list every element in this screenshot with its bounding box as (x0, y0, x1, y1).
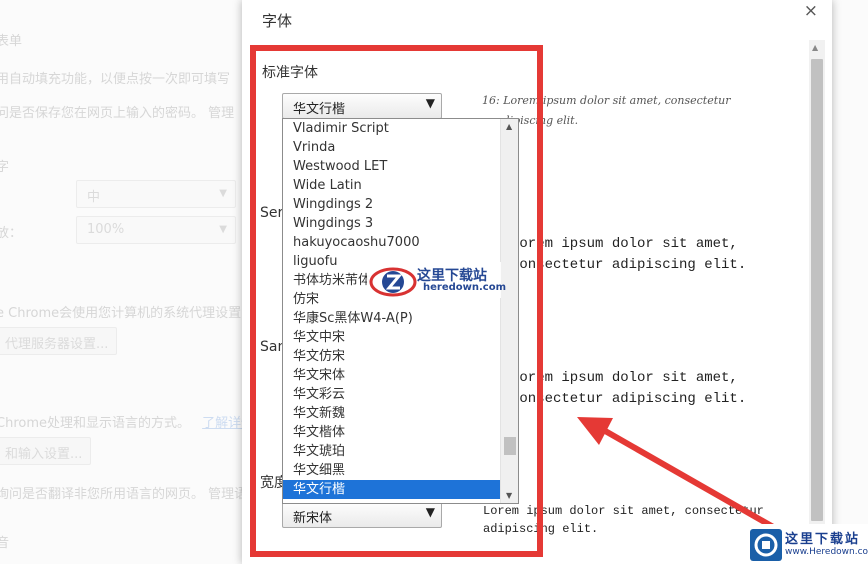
dialog-scrollbar-thumb[interactable] (811, 59, 823, 521)
scroll-up-icon[interactable]: ▲ (812, 43, 818, 52)
watermark-center: 这里下载站 heredown.com (367, 262, 506, 298)
sans-font-preview-line1: Lorem ipsum dolor sit amet, (511, 370, 738, 386)
watermark-corner-url: www.Heredown.com (785, 547, 868, 557)
serif-font-preview-line1: Lorem ipsum dolor sit amet, (511, 236, 738, 252)
heredown-corner-logo-icon (750, 529, 782, 561)
highlight-box (250, 45, 543, 557)
watermark-site-url: heredown.com (423, 282, 507, 293)
serif-font-preview-line2: consectetur adipiscing elit. (511, 257, 747, 273)
heredown-logo-icon (369, 267, 417, 297)
watermark-corner-name: 这里下载站 (785, 532, 861, 547)
close-icon[interactable]: × (804, 1, 818, 21)
watermark-corner: 这里下载站 www.Heredown.com (749, 524, 868, 564)
dialog-title: 字体 (262, 12, 293, 30)
dialog-scrollbar[interactable]: ▲ (809, 40, 825, 524)
sans-font-preview-line2: consectetur adipiscing elit. (511, 391, 747, 407)
